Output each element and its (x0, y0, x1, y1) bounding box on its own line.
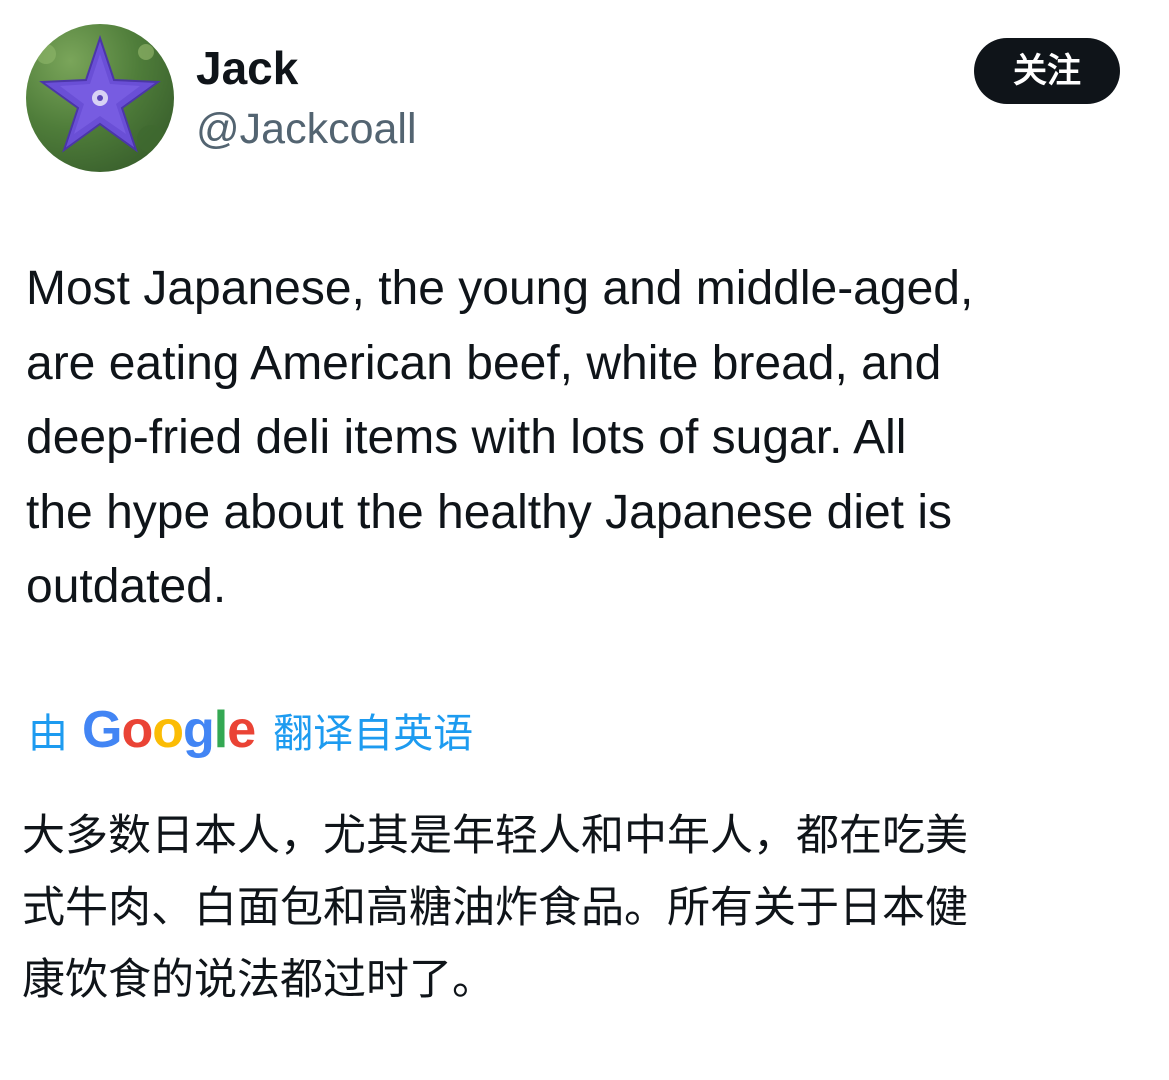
google-logo-letter: l (213, 701, 228, 759)
translation-label: 翻译自英语 (273, 711, 474, 757)
translated-text: 大多数日本人，尤其是年轻人和中年人，都在吃美 式牛肉、白面包和高糖油炸食品。所有… (22, 811, 968, 1005)
google-logo: Google (82, 700, 256, 760)
author-name[interactable]: Jack (196, 42, 298, 94)
translation-prefix: 由 (28, 711, 68, 757)
avatar[interactable] (26, 24, 174, 172)
tweet-header: Jack @Jackcoall 关注 (26, 24, 1126, 176)
author-handle[interactable]: @Jackcoall (196, 104, 417, 154)
purple-star-flower-icon (36, 34, 165, 153)
google-logo-letter: e (227, 701, 256, 759)
tweet-text: Most Japanese, the young and middle-aged… (26, 262, 974, 613)
google-logo-letter: o (152, 701, 184, 759)
google-logo-letter: o (121, 701, 153, 759)
google-logo-letter: G (82, 701, 122, 759)
google-logo-letter: g (182, 701, 215, 759)
translation-attribution[interactable]: 由 Google 翻译自英语 (28, 700, 473, 760)
follow-button[interactable]: 关注 (974, 38, 1120, 104)
